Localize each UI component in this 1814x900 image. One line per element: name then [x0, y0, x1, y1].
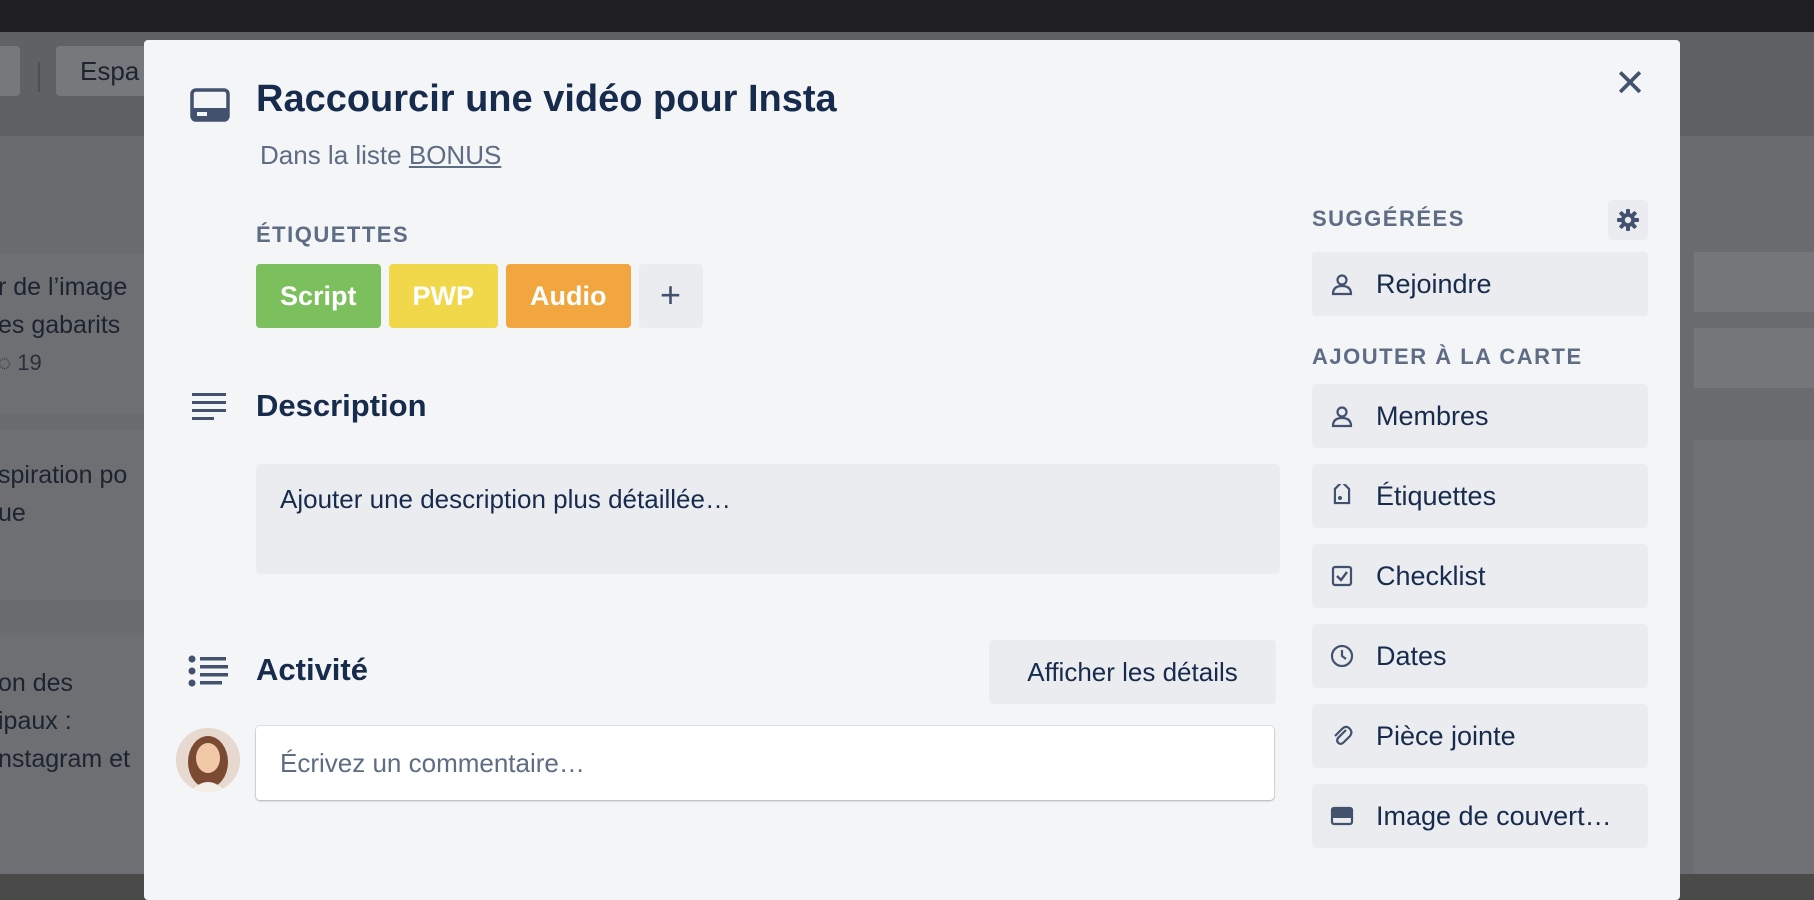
activity-icon: [188, 655, 228, 687]
paperclip-icon: [1334, 725, 1353, 745]
background-card-text: r de l’image: [0, 273, 128, 301]
background-card[interactable]: [1694, 440, 1814, 874]
tag-icon: [1333, 484, 1351, 505]
close-button[interactable]: ✕: [1610, 64, 1650, 104]
comment-input[interactable]: Écrivez un commentaire…: [256, 726, 1274, 800]
person-icon: [1331, 274, 1353, 296]
background-card[interactable]: [1694, 252, 1814, 312]
suggested-header: SUGGÉRÉES: [1312, 200, 1648, 240]
comment-count: ◌ 19: [0, 344, 150, 382]
labels-list: Script PWP Audio +: [256, 264, 703, 328]
user-avatar-image: [176, 728, 240, 792]
background-card-text: es gabarits: [0, 311, 121, 339]
card-title[interactable]: Raccourcir une vidéo pour Insta: [256, 78, 837, 121]
avatar[interactable]: [176, 728, 240, 792]
card-list-location: Dans la liste BONUS: [260, 140, 501, 171]
background-card-text: nstagram et: [0, 745, 131, 773]
clock-icon: [1330, 644, 1354, 668]
activity-heading: Activité: [256, 652, 368, 687]
join-button[interactable]: Rejoindre: [1312, 252, 1648, 316]
suggestions-settings-button[interactable]: [1608, 200, 1648, 240]
description-heading: Description: [256, 388, 427, 423]
close-icon: ✕: [1614, 63, 1646, 105]
checkbox-icon: [1331, 565, 1353, 587]
attachment-label: Pièce jointe: [1376, 721, 1516, 751]
members-label: Membres: [1376, 401, 1489, 431]
background-card[interactable]: spiration po ue: [0, 430, 150, 600]
card-sidebar: SUGGÉRÉES Rejoindre AJOUTER À LA CARTE M…: [1312, 200, 1648, 864]
add-label-button[interactable]: +: [638, 264, 703, 328]
background-card[interactable]: [1694, 328, 1814, 388]
background-card-text: ipaux :: [0, 707, 72, 735]
background-card-text: spiration po: [0, 461, 128, 489]
person-icon: [1331, 406, 1353, 428]
card-detail-modal: ✕ Raccourcir une vidéo pour Insta Dans l…: [144, 40, 1680, 900]
card-icon: [190, 88, 230, 122]
list-prefix: Dans la liste: [260, 140, 402, 170]
browser-top-bar: [0, 0, 1814, 32]
add-to-card-heading: AJOUTER À LA CARTE: [1312, 344, 1583, 369]
attachment-button[interactable]: Pièce jointe: [1312, 704, 1648, 768]
labels-button[interactable]: Étiquettes: [1312, 464, 1648, 528]
join-label: Rejoindre: [1376, 269, 1492, 299]
suggested-heading: SUGGÉRÉES: [1312, 206, 1465, 231]
labels-label: Étiquettes: [1376, 481, 1497, 511]
background-card-text: on des: [0, 669, 74, 697]
checklist-label: Checklist: [1376, 561, 1486, 591]
comment-icon: ◌: [0, 350, 12, 375]
description-field[interactable]: Ajouter une description plus détaillée…: [256, 464, 1280, 574]
background-card[interactable]: on des ipaux : nstagram et: [0, 636, 150, 874]
label-pwp[interactable]: PWP: [388, 264, 499, 328]
header-divider: [38, 62, 40, 92]
background-card[interactable]: r de l’image es gabarits ◌ 19: [0, 254, 150, 414]
label-script[interactable]: Script: [256, 264, 381, 328]
members-button[interactable]: Membres: [1312, 384, 1648, 448]
cover-button[interactable]: Image de couvert…: [1312, 784, 1648, 848]
background-card-text: ue: [0, 499, 26, 527]
dates-button[interactable]: Dates: [1312, 624, 1648, 688]
checklist-button[interactable]: Checklist: [1312, 544, 1648, 608]
label-audio[interactable]: Audio: [506, 264, 631, 328]
comment-count-value: 19: [17, 350, 42, 375]
cover-label: Image de couvert…: [1376, 801, 1612, 831]
show-details-button[interactable]: Afficher les détails: [989, 640, 1276, 704]
dates-label: Dates: [1376, 641, 1447, 671]
list-link[interactable]: BONUS: [409, 140, 501, 170]
cover-icon: [1330, 806, 1354, 826]
board-menu-button[interactable]: [0, 46, 20, 96]
plus-icon: +: [660, 274, 682, 315]
description-icon: [192, 393, 226, 420]
labels-heading: ÉTIQUETTES: [256, 222, 410, 247]
gear-icon: [1617, 209, 1639, 231]
